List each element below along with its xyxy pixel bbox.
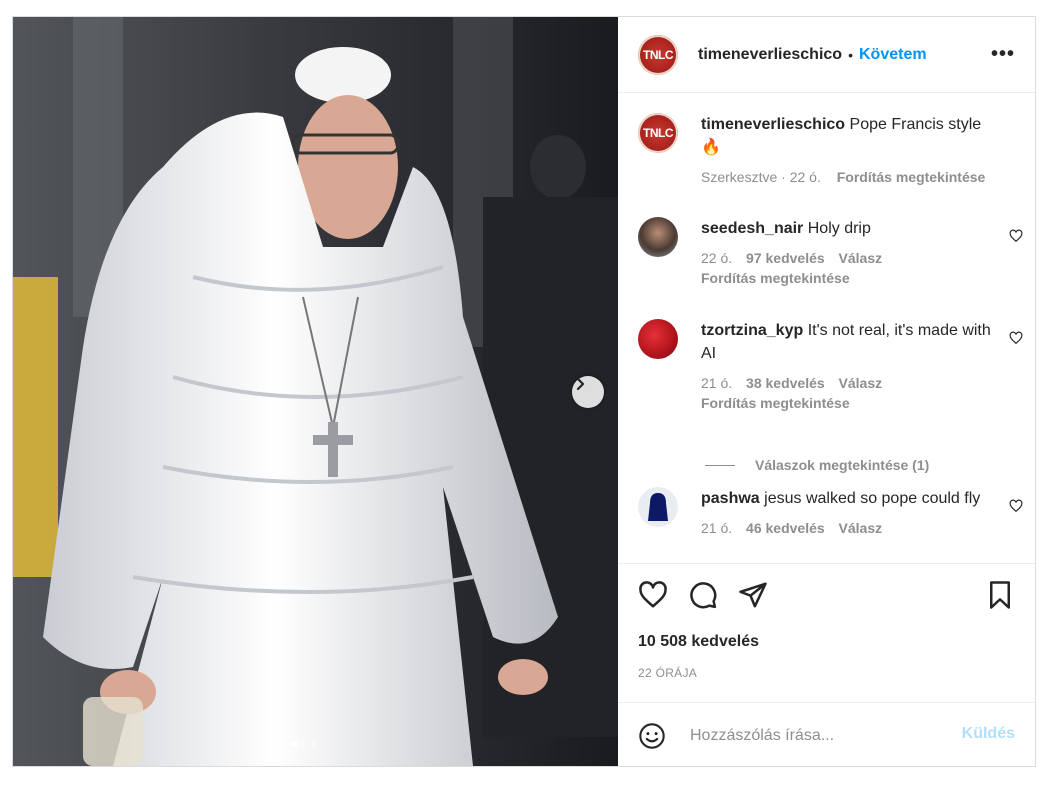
carousel-dot-active [291,741,297,747]
comment-text: jesus walked so pope could fly [764,490,981,507]
view-replies-label: Válaszok megtekintése (1) [755,457,930,473]
comment-time: 21 ó. [701,375,733,391]
hooded-figure-avatar [648,493,668,521]
send-comment-button[interactable]: Küldés [962,725,1015,743]
comment-text: Holy drip [807,220,871,237]
commenter-avatar[interactable] [638,487,678,527]
follow-button[interactable]: Követem [859,46,927,64]
comment-likes[interactable]: 38 kedvelés [746,375,825,391]
carousel-next-button[interactable] [572,376,604,408]
comment-input[interactable] [688,721,942,751]
author-avatar[interactable]: TNLC [638,34,678,75]
comment-likes[interactable]: 97 kedvelés [746,250,825,266]
comments-list: TNLC timeneverlieschico Pope Francis sty… [618,93,1035,562]
fire-emoji: 🔥 [701,139,721,156]
caption-username[interactable]: timeneverlieschico [701,116,845,133]
post-card: TNLC timeneverlieschico • Követem ••• TN… [12,16,1036,767]
comment-username[interactable]: seedesh_nair [701,220,803,237]
caption-text: Pope Francis style [849,116,982,133]
carousel-indicator [291,741,317,747]
reply-button[interactable]: Válasz [839,520,883,536]
send-icon[interactable] [738,580,768,610]
avatar-text: TNLC [643,126,674,140]
reply-button[interactable]: Válasz [839,250,883,266]
translate-link[interactable]: Fordítás megtekintése [701,395,850,411]
comment-username[interactable]: pashwa [701,490,760,507]
carousel-dot [301,741,307,747]
comment-heart-icon[interactable] [1009,331,1023,345]
post-time: 22 ÓRÁJA [638,666,698,680]
heart-icon[interactable] [638,580,668,610]
replies-divider [705,464,735,466]
bookmark-icon[interactable] [985,580,1015,610]
post-image[interactable] [13,17,618,766]
comment-time: 21 ó. [701,520,733,536]
separator-dot: • [848,46,853,63]
comment-likes[interactable]: 46 kedvelés [746,520,825,536]
action-bar [618,563,1035,624]
caption-meta: Szerkesztve · 22 ó. [701,169,821,185]
comment-username[interactable]: tzortzina_kyp [701,322,803,339]
comment-time: 22 ó. [701,250,733,266]
pope-photo-illustration [13,17,618,766]
caption-avatar[interactable]: TNLC [638,113,678,153]
post-header: TNLC timeneverlieschico • Követem ••• [618,17,1035,93]
smiley-icon[interactable] [638,722,666,750]
commenter-avatar[interactable] [638,319,678,359]
comment-heart-icon[interactable] [1009,229,1023,243]
carousel-dot [311,741,317,747]
likes-count[interactable]: 10 508 kedvelés [638,633,759,651]
add-comment-bar: Küldés [618,702,1035,767]
comment-icon[interactable] [688,580,718,610]
chevron-right-icon [576,377,585,391]
comment-heart-icon[interactable] [1009,499,1023,513]
caption-translate-link[interactable]: Fordítás megtekintése [837,169,986,185]
avatar-text: TNLC [643,47,674,62]
commenter-avatar[interactable] [638,217,678,257]
post-sidebar: TNLC timeneverlieschico • Követem ••• TN… [618,17,1035,766]
view-replies-button[interactable]: Válaszok megtekintése (1) [705,457,929,473]
more-options-icon[interactable]: ••• [991,43,1015,66]
translate-link[interactable]: Fordítás megtekintése [701,270,850,286]
author-username[interactable]: timeneverlieschico [698,46,842,64]
reply-button[interactable]: Válasz [839,375,883,391]
